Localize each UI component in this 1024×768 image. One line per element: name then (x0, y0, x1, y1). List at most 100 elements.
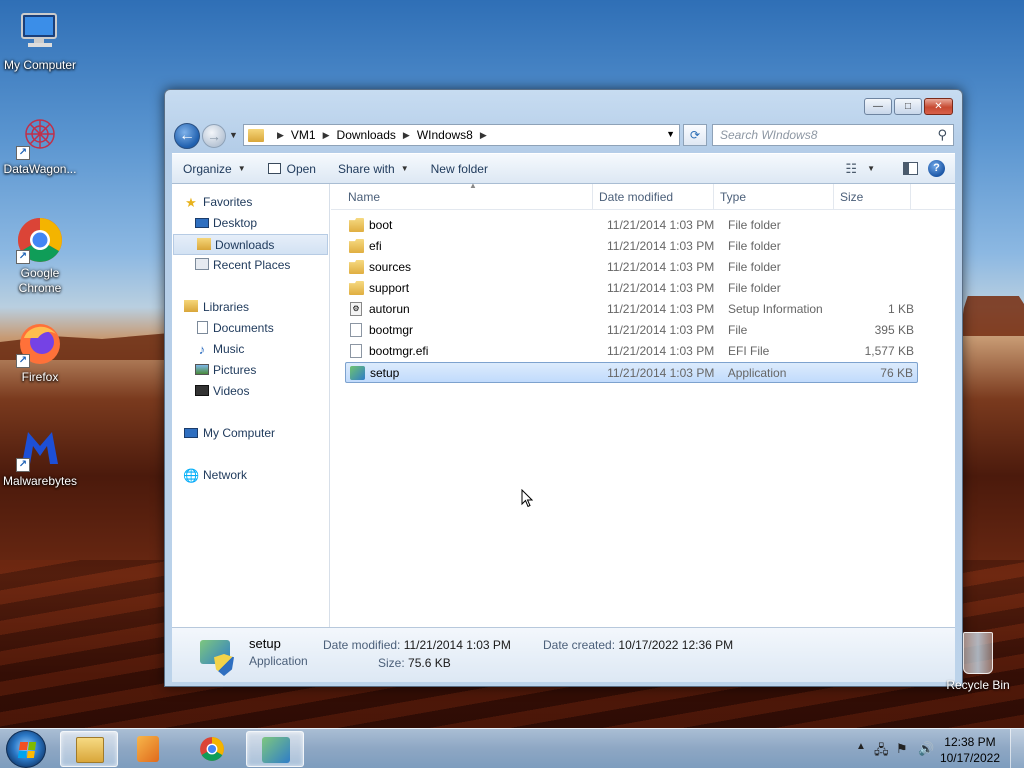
view-dropdown-icon[interactable]: ▼ (867, 164, 875, 173)
file-row[interactable]: efi 11/21/2014 1:03 PM File folder (345, 236, 918, 257)
folder-icon (349, 218, 364, 232)
chevron-right-icon[interactable]: ▶ (480, 130, 487, 141)
search-icon[interactable]: ⚲ (937, 125, 947, 145)
nav-favorites[interactable]: ★ Favorites (172, 192, 329, 213)
forward-button[interactable]: → (202, 124, 226, 148)
address-dropdown-icon[interactable]: ▼ (666, 129, 675, 139)
folder-icon (76, 737, 104, 763)
chrome-icon (200, 737, 224, 761)
file-rows: boot 11/21/2014 1:03 PM File folder efi 11/… (331, 210, 955, 383)
content-area: ★ Favorites Desktop Downloads Recent Pla… (172, 181, 955, 627)
nav-downloads[interactable]: Downloads (173, 234, 328, 255)
shortcut-arrow-icon: ↗ (16, 354, 30, 368)
setup-application-icon (262, 737, 290, 763)
show-desktop-button[interactable] (1010, 729, 1024, 768)
minimize-button[interactable]: — (864, 98, 892, 115)
file-row[interactable]: support 11/21/2014 1:03 PM File folder (345, 278, 918, 299)
refresh-button[interactable]: ⟳ (683, 124, 707, 146)
file-row[interactable]: ⚙ autorun 11/21/2014 1:03 PM Setup Informat… (345, 299, 918, 320)
file-date: 11/21/2014 1:03 PM (607, 323, 715, 337)
nav-recent-places[interactable]: Recent Places (172, 255, 329, 276)
nav-label: Favorites (203, 195, 253, 209)
new-folder-label: New folder (430, 161, 488, 176)
nav-label: Network (203, 468, 248, 482)
chevron-right-icon[interactable]: ▶ (277, 130, 284, 141)
nav-network[interactable]: 🌐 Network (172, 465, 329, 486)
clock-time: 12:38 PM (944, 735, 996, 749)
preview-pane-icon[interactable] (903, 162, 918, 175)
file-name: bootmgr.efi (369, 344, 429, 358)
breadcrumb-vm1[interactable]: VM1 (291, 128, 316, 142)
nav-label: Recent Places (213, 258, 291, 272)
system-tray: ▲ 🖧 ⚑ 🔊 12:38 PM 10/17/2022 (834, 729, 1024, 768)
nav-desktop[interactable]: Desktop (172, 213, 329, 234)
file-row[interactable]: bootmgr.efi 11/21/2014 1:03 PM EFI File 1,5… (345, 341, 918, 362)
taskbar-chrome-button[interactable] (183, 731, 241, 767)
details-date-created: Date created: 10/17/2022 12:36 PM (543, 638, 733, 652)
nav-videos[interactable]: Videos (172, 381, 329, 402)
organize-button[interactable]: Organize ▼ (172, 154, 257, 183)
volume-icon[interactable]: 🔊 (918, 741, 934, 757)
taskbar-media-player-button[interactable] (120, 731, 178, 767)
chevron-right-icon[interactable]: ▶ (403, 130, 410, 141)
breadcrumb-windows8[interactable]: WIndows8 (417, 128, 473, 142)
refresh-icon: ⟳ (689, 128, 701, 142)
nav-music[interactable]: ♪ Music (172, 339, 329, 360)
file-type: File folder (728, 281, 781, 295)
column-date-modified[interactable]: Date modified (593, 184, 714, 209)
taskbar-explorer-button[interactable] (60, 731, 118, 767)
clock-date: 10/17/2022 (939, 751, 1000, 765)
desktop-icon-recycle-bin[interactable]: Recycle Bin (943, 632, 1013, 692)
help-icon[interactable]: ? (928, 160, 945, 177)
file-row[interactable]: bootmgr 11/21/2014 1:03 PM File 395 KB (345, 320, 918, 341)
network-tray-icon[interactable]: 🖧 (874, 741, 889, 763)
close-button[interactable]: ✕ (924, 98, 953, 115)
column-headers: ▲ Name Date modified Type Size (331, 181, 955, 210)
search-input[interactable]: Search WIndows8 ⚲ (712, 124, 954, 146)
file-row-selected[interactable]: setup 11/21/2014 1:03 PM Application 76 KB (345, 362, 918, 383)
nav-documents[interactable]: Documents (172, 318, 329, 339)
action-center-flag-icon[interactable]: ⚑ (896, 741, 908, 757)
desktop-icon-datawagon[interactable]: ↗ DataWagon... (0, 112, 80, 177)
file-icon (350, 323, 362, 337)
nav-label: Videos (213, 384, 250, 398)
column-name[interactable]: Name (331, 184, 593, 209)
taskbar-setup-button[interactable] (246, 731, 304, 767)
view-options-icon[interactable]: ☷ (845, 161, 857, 177)
file-size (848, 215, 918, 236)
desktop-icon-chrome[interactable]: ↗ Google Chrome (0, 216, 80, 296)
desktop-icon-my-computer[interactable]: My Computer (0, 8, 80, 73)
address-bar[interactable]: ▶ VM1 ▶ Downloads ▶ WIndows8 ▶ ▼ (243, 124, 680, 146)
file-row[interactable]: boot 11/21/2014 1:03 PM File folder (345, 215, 918, 236)
back-button[interactable]: ← (174, 123, 200, 149)
share-with-button[interactable]: Share with ▼ (327, 154, 420, 183)
maximize-button[interactable]: □ (894, 98, 922, 115)
file-icon (350, 344, 362, 358)
breadcrumb-downloads[interactable]: Downloads (337, 128, 396, 142)
caret-down-icon: ▼ (400, 164, 409, 173)
start-button[interactable] (6, 730, 46, 768)
file-type: File folder (728, 218, 781, 232)
desert-mesa (960, 296, 1024, 336)
recent-pages-dropdown[interactable]: ▼ (229, 130, 238, 140)
desktop-icon-firefox[interactable]: ↗ Firefox (0, 320, 80, 385)
nav-pictures[interactable]: Pictures (172, 360, 329, 381)
column-size[interactable]: Size (834, 184, 911, 209)
open-button[interactable]: Open (257, 154, 327, 183)
show-hidden-icons-button[interactable]: ▲ (856, 741, 866, 752)
file-row[interactable]: sources 11/21/2014 1:03 PM File folder (345, 257, 918, 278)
desktop-icon-malwarebytes[interactable]: ↗ Malwarebytes (0, 424, 80, 489)
file-date: 11/21/2014 1:03 PM (607, 302, 715, 316)
nav-my-computer[interactable]: My Computer (172, 423, 329, 444)
desktop-icon-label: Recycle Bin (946, 678, 1010, 692)
nav-libraries[interactable]: Libraries (172, 297, 329, 318)
new-folder-button[interactable]: New folder (420, 154, 499, 183)
file-size: 1 KB (887, 302, 914, 316)
desktop-icon (194, 216, 210, 231)
chevron-right-icon[interactable]: ▶ (323, 130, 330, 141)
column-type[interactable]: Type (714, 184, 834, 209)
file-size (848, 278, 918, 299)
clock[interactable]: 12:38 PM 10/17/2022 (940, 734, 1000, 766)
